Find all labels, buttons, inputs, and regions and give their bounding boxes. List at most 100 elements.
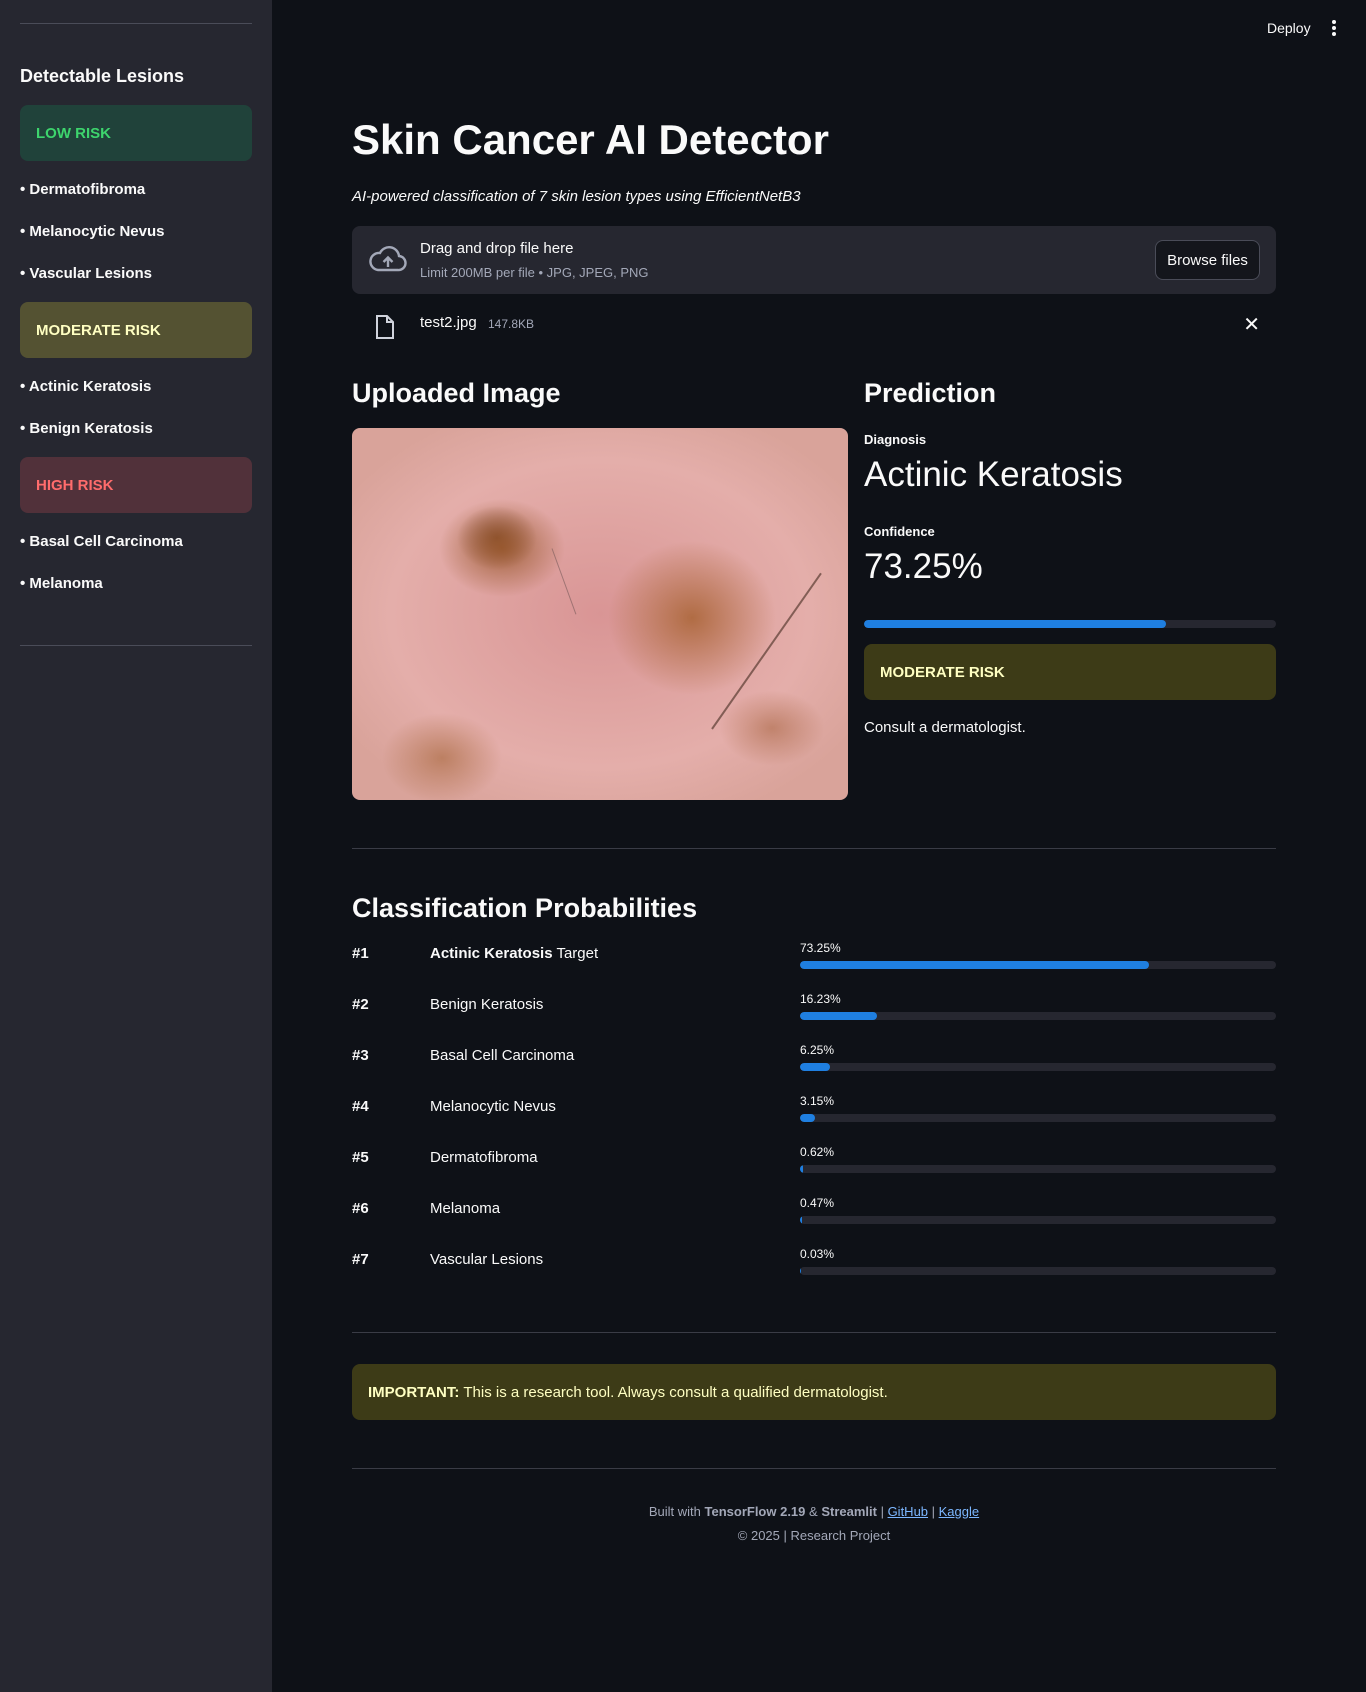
- probability-percent: 6.25%: [800, 1043, 835, 1057]
- uploaded-file-name: test2.jpg: [420, 314, 477, 331]
- probability-row: #2 Benign Keratosis 16.23%: [352, 992, 1276, 1034]
- probability-bar: [800, 1165, 1276, 1173]
- low-risk-badge: LOW RISK: [20, 105, 252, 161]
- uploaded-file-row: test2.jpg 147.8KB ✕: [352, 306, 1276, 342]
- probability-rank: #1: [352, 945, 369, 962]
- uploader-limit-text: Limit 200MB per file • JPG, JPEG, PNG: [420, 265, 649, 280]
- sidebar-title: Detectable Lesions: [20, 66, 185, 86]
- footer-tensorflow: TensorFlow 2.19: [704, 1504, 806, 1519]
- probability-rank: #5: [352, 1149, 369, 1166]
- footer-separator: |: [928, 1504, 939, 1519]
- probability-class-label: Basal Cell Carcinoma: [430, 1047, 575, 1064]
- sidebar-item-vascular-lesions: • Vascular Lesions: [20, 265, 152, 282]
- probability-rank: #4: [352, 1098, 369, 1115]
- probability-row: #3 Basal Cell Carcinoma 6.25%: [352, 1043, 1276, 1085]
- file-icon: [376, 315, 394, 339]
- important-text: This is a research tool. Always consult …: [463, 1383, 888, 1401]
- probability-class-label: Melanoma: [430, 1200, 501, 1217]
- sidebar-item-actinic-keratosis: • Actinic Keratosis: [20, 378, 152, 395]
- page-subtitle: AI-powered classification of 7 skin lesi…: [352, 188, 801, 205]
- diagnosis-label: Diagnosis: [864, 432, 927, 447]
- probability-class-name: Dermatofibroma: [430, 1149, 538, 1166]
- sidebar-divider-top: [20, 23, 252, 24]
- sidebar-item-basal-cell-carcinoma: • Basal Cell Carcinoma: [20, 533, 183, 550]
- probability-class-name: Melanocytic Nevus: [430, 1098, 556, 1115]
- sidebar-item-melanocytic-nevus: • Melanocytic Nevus: [20, 223, 165, 240]
- probability-rank: #3: [352, 1047, 369, 1064]
- sidebar-item-melanoma: • Melanoma: [20, 575, 103, 592]
- uploaded-image-heading: Uploaded Image: [352, 378, 561, 408]
- probability-class-label: Actinic Keratosis: [430, 945, 553, 962]
- probability-percent: 3.15%: [800, 1094, 835, 1108]
- probability-class-name: Basal Cell Carcinoma: [430, 1047, 574, 1064]
- probability-rank: #6: [352, 1200, 369, 1217]
- probability-bar: [800, 961, 1276, 969]
- probability-percent: 0.62%: [800, 1145, 835, 1159]
- deploy-button[interactable]: Deploy: [1267, 20, 1311, 36]
- probability-class-label: Benign Keratosis: [430, 996, 544, 1013]
- footer-copyright: © 2025 | Research Project: [737, 1528, 891, 1543]
- probability-class-name: Benign Keratosis: [430, 996, 543, 1013]
- browse-files-button[interactable]: Browse files: [1155, 240, 1260, 280]
- confidence-progress-fill: [864, 620, 1166, 628]
- probability-class-label: Dermatofibroma: [430, 1149, 538, 1166]
- probability-class-label: Melanocytic Nevus: [430, 1098, 556, 1115]
- high-risk-badge: HIGH RISK: [20, 457, 252, 513]
- footer-streamlit: Streamlit: [821, 1504, 877, 1519]
- probability-bar-fill: [800, 961, 1149, 969]
- probability-percent: 0.03%: [800, 1247, 835, 1261]
- probability-bar-fill: [800, 1012, 878, 1020]
- sidebar: Detectable Lesions LOW RISK • Dermatofib…: [0, 0, 272, 1692]
- footer-built-with: Built with TensorFlow 2.19 & Streamlit |…: [352, 1504, 1276, 1519]
- main-menu-icon[interactable]: [1330, 20, 1338, 38]
- sidebar-item-dermatofibroma: • Dermatofibroma: [20, 181, 146, 198]
- diagnosis-value: Actinic Keratosis: [864, 455, 1123, 494]
- moderate-risk-badge: MODERATE RISK: [20, 302, 252, 358]
- probability-bar-fill: [800, 1063, 830, 1071]
- important-warning: IMPORTANT: This is a research tool. Alwa…: [352, 1364, 1276, 1420]
- footer-separator: |: [876, 1504, 888, 1519]
- probability-bar: [800, 1267, 1276, 1275]
- uploaded-lesion-image: [352, 428, 848, 800]
- probability-bar: [800, 1012, 1276, 1020]
- probability-row: #4 Melanocytic Nevus 3.15%: [352, 1094, 1276, 1136]
- section-divider: [352, 848, 1276, 849]
- probability-bar-fill: [800, 1216, 803, 1224]
- probability-bar-fill: [800, 1165, 803, 1173]
- probability-bar-fill: [800, 1114, 815, 1122]
- probability-class-label: Vascular Lesions: [430, 1251, 544, 1268]
- probability-class-name: Vascular Lesions: [430, 1251, 543, 1268]
- probability-row: #6 Melanoma 0.47%: [352, 1196, 1276, 1238]
- probability-bar: [800, 1063, 1276, 1071]
- footer-built-text: Built with: [648, 1504, 705, 1519]
- sidebar-divider-bottom: [20, 645, 252, 646]
- probability-row: #7 Vascular Lesions 0.03%: [352, 1247, 1276, 1289]
- probabilities-heading: Classification Probabilities: [352, 893, 698, 923]
- footer-amp: &: [805, 1504, 822, 1519]
- important-label: IMPORTANT:: [368, 1383, 460, 1401]
- uploaded-file-size: 147.8KB: [488, 317, 535, 331]
- page-title: Skin Cancer AI Detector: [352, 116, 829, 163]
- probability-rank: #7: [352, 1251, 369, 1268]
- probability-row: #5 Dermatofibroma 0.62%: [352, 1145, 1276, 1187]
- probability-bar: [800, 1114, 1276, 1122]
- probability-percent: 0.47%: [800, 1196, 835, 1210]
- kaggle-link[interactable]: Kaggle: [939, 1504, 979, 1519]
- confidence-progress-bar: [864, 620, 1276, 628]
- uploader-drag-text: Drag and drop file here: [420, 240, 574, 257]
- cloud-upload-icon: [369, 246, 407, 272]
- section-divider: [352, 1332, 1276, 1333]
- github-link[interactable]: GitHub: [888, 1504, 928, 1519]
- confidence-label: Confidence: [864, 524, 935, 539]
- sidebar-item-benign-keratosis: • Benign Keratosis: [20, 420, 153, 437]
- probability-row: #1 Actinic Keratosis Target 73.25%: [352, 941, 1276, 983]
- file-uploader-dropzone[interactable]: Drag and drop file here Limit 200MB per …: [352, 226, 1276, 294]
- prediction-heading: Prediction: [864, 378, 997, 408]
- probability-percent: 16.23%: [800, 992, 841, 1006]
- probability-class-name: Melanoma: [430, 1200, 500, 1217]
- confidence-value: 73.25%: [864, 547, 983, 586]
- probability-percent: 73.25%: [800, 941, 841, 955]
- prediction-risk-badge: MODERATE RISK: [864, 644, 1276, 700]
- target-tag: Target: [552, 945, 599, 962]
- remove-file-icon[interactable]: ✕: [1243, 312, 1260, 337]
